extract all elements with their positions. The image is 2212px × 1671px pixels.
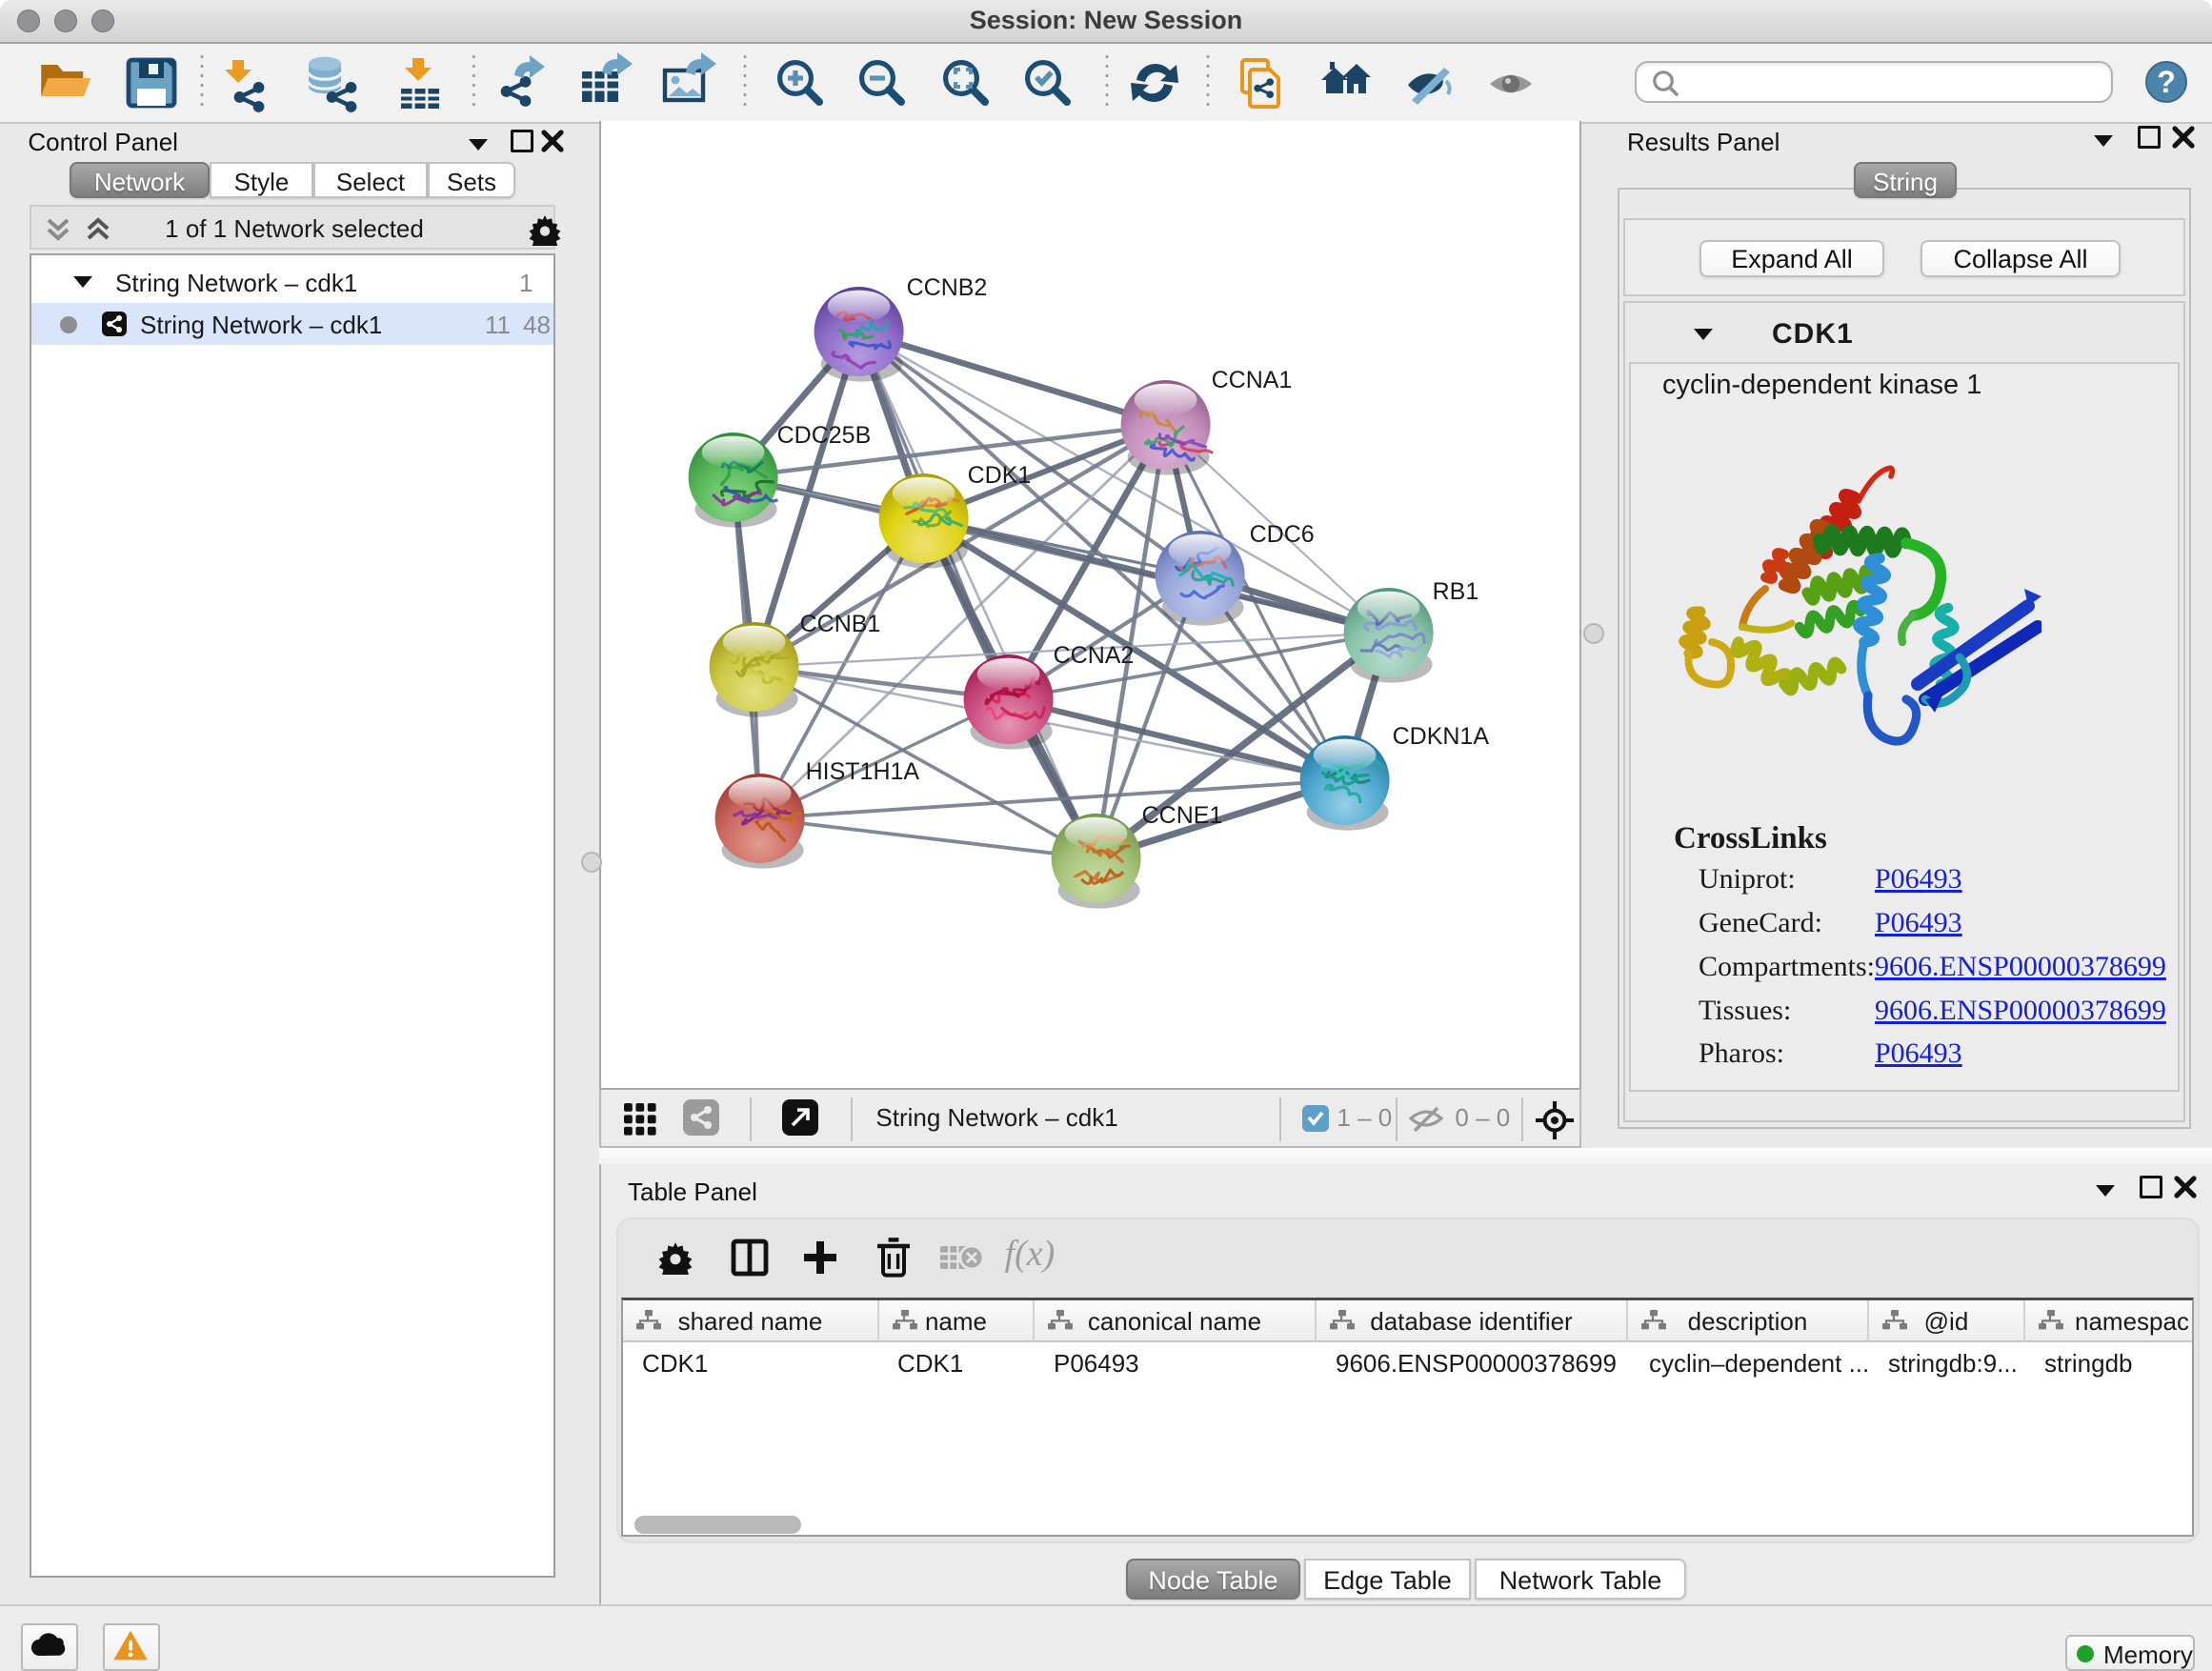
svg-text:CDKN1A: CDKN1A	[1393, 723, 1490, 750]
svg-text:CDK1: CDK1	[968, 462, 1032, 489]
svg-text:CCNA2: CCNA2	[1054, 642, 1135, 669]
svg-text:RB1: RB1	[1433, 578, 1479, 605]
svg-text:CCNB1: CCNB1	[800, 611, 881, 637]
svg-text:CDC6: CDC6	[1250, 521, 1315, 548]
svg-text:CCNA1: CCNA1	[1212, 367, 1293, 393]
svg-text:CCNE1: CCNE1	[1142, 802, 1223, 829]
svg-text:HIST1H1A: HIST1H1A	[806, 758, 920, 785]
svg-text:CDC25B: CDC25B	[777, 422, 872, 449]
svg-text:CCNB2: CCNB2	[907, 274, 988, 301]
